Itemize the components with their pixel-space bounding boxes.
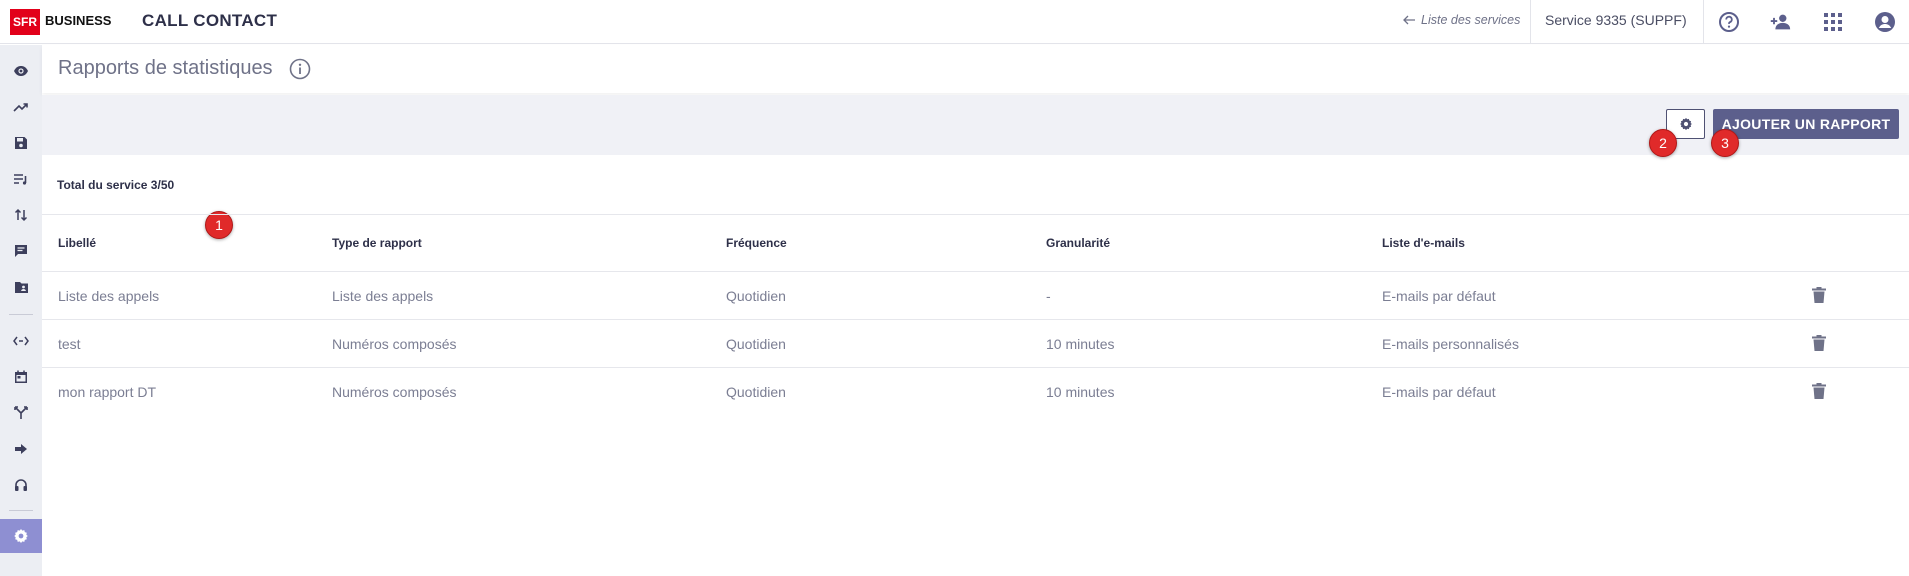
sidebar-item-folder[interactable] <box>0 270 42 304</box>
sidebar-item-calendar[interactable] <box>0 360 42 394</box>
cell-type: Numéros composés <box>332 336 457 352</box>
gear-icon <box>1679 117 1692 131</box>
cell-granularity: 10 minutes <box>1046 384 1115 400</box>
sidebar-item-playlist[interactable] <box>0 162 42 196</box>
service-total: Total du service 3/50 <box>57 178 175 192</box>
settings-icon <box>14 529 28 543</box>
sidebar-item-settings[interactable] <box>0 519 42 553</box>
sidebar-item-messages[interactable] <box>0 234 42 268</box>
cell-label: Liste des appels <box>58 288 160 304</box>
add-report-button[interactable]: AJOUTER UN RAPPORT <box>1713 109 1899 139</box>
message-icon <box>15 245 27 257</box>
code-arrows-icon <box>13 336 29 346</box>
cell-label: test <box>58 336 81 352</box>
sidebar-item-code[interactable] <box>0 324 42 358</box>
sidebar-item-merge[interactable] <box>0 396 42 430</box>
divider <box>42 319 1909 320</box>
help-icon[interactable] <box>1717 10 1741 34</box>
cell-granularity: - <box>1046 288 1051 304</box>
logo-text: BUSINESS <box>45 13 112 28</box>
sidebar-item-eye[interactable] <box>0 54 42 88</box>
sidebar <box>0 45 42 576</box>
cell-frequency: Quotidien <box>726 288 786 304</box>
arrow-right-icon <box>15 444 27 454</box>
account-icon[interactable] <box>1873 10 1897 34</box>
annotation-badge-2: 2 <box>1649 129 1677 157</box>
app-title: CALL CONTACT <box>142 11 278 30</box>
delete-icon[interactable] <box>1812 335 1826 351</box>
divider <box>42 271 1909 272</box>
cell-type: Liste des appels <box>332 288 434 304</box>
sidebar-item-forward[interactable] <box>0 432 42 466</box>
cell-frequency: Quotidien <box>726 336 786 352</box>
back-to-services-link[interactable]: Liste des services <box>1403 13 1520 27</box>
column-header-granularity: Granularité <box>1046 236 1111 250</box>
top-bar: SFR BUSINESS CALL CONTACT Liste des serv… <box>0 0 1909 44</box>
folder-account-icon <box>14 281 28 293</box>
add-user-icon[interactable] <box>1768 10 1792 34</box>
divider <box>42 367 1909 368</box>
swap-vertical-icon <box>14 208 28 222</box>
sidebar-separator <box>9 510 33 511</box>
playlist-icon <box>14 174 27 185</box>
annotation-badge-1: 1 <box>205 211 233 239</box>
page-header: Rapports de statistiques <box>42 45 1909 93</box>
column-header-frequency: Fréquence <box>726 236 787 250</box>
info-icon[interactable] <box>289 58 311 80</box>
annotation-badge-3: 3 <box>1711 129 1739 157</box>
toolbar <box>42 95 1909 155</box>
cell-type: Numéros composés <box>332 384 457 400</box>
divider <box>1703 0 1704 44</box>
sidebar-item-trending[interactable] <box>0 90 42 124</box>
cell-emails: E-mails par défaut <box>1382 288 1496 304</box>
sidebar-item-swap[interactable] <box>0 198 42 232</box>
cell-emails: E-mails par défaut <box>1382 384 1496 400</box>
trending-up-icon <box>13 103 28 112</box>
arrow-left-icon <box>1403 15 1415 25</box>
eye-icon <box>14 66 28 76</box>
cell-emails: E-mails personnalisés <box>1382 336 1519 352</box>
column-header-type: Type de rapport <box>332 236 422 250</box>
cell-granularity: 10 minutes <box>1046 336 1115 352</box>
divider <box>42 214 1909 215</box>
sidebar-separator <box>9 314 33 315</box>
cell-frequency: Quotidien <box>726 384 786 400</box>
column-header-emails: Liste d'e-mails <box>1382 236 1465 250</box>
calendar-icon <box>15 370 27 383</box>
cell-label: mon rapport DT <box>58 384 157 400</box>
delete-icon[interactable] <box>1812 287 1826 303</box>
sfr-logo[interactable]: SFR <box>10 9 40 35</box>
service-selector[interactable]: Service 9335 (SUPPF) <box>1545 12 1687 28</box>
sidebar-item-save[interactable] <box>0 126 42 160</box>
headset-icon <box>15 479 27 491</box>
apps-grid-icon[interactable] <box>1821 10 1845 34</box>
save-icon <box>15 137 27 149</box>
divider <box>1530 0 1531 44</box>
delete-icon[interactable] <box>1812 383 1826 399</box>
sidebar-item-headset[interactable] <box>0 468 42 502</box>
merge-icon <box>14 406 28 419</box>
page-title: Rapports de statistiques <box>58 57 273 79</box>
column-header-label: Libellé <box>58 236 97 250</box>
back-link-label: Liste des services <box>1421 13 1521 27</box>
